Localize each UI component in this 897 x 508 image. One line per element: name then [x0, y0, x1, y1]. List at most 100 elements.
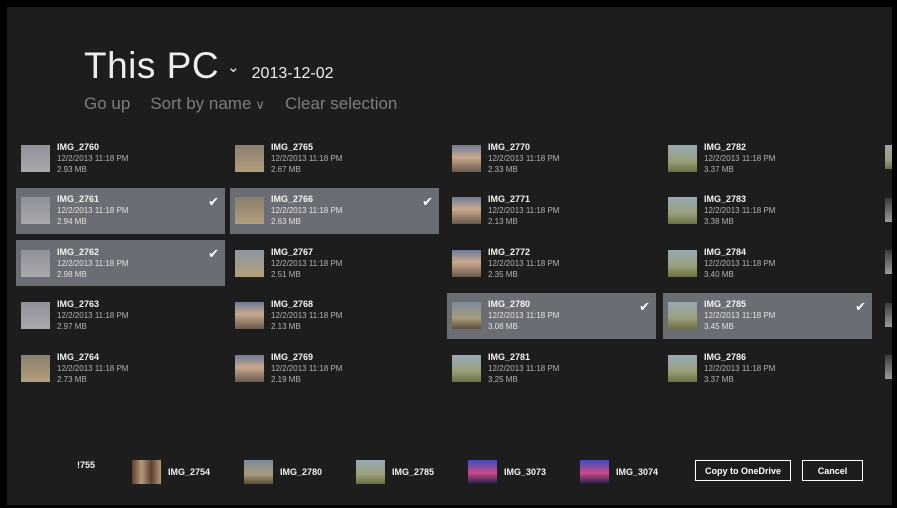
file-size: 2.63 MB [271, 217, 301, 226]
file-tile[interactable]: IMG_2763 12/2/2013 11:18 PM 2.97 MB [16, 293, 225, 339]
file-tile[interactable]: IMG_2781 12/2/2013 11:18 PM 3.25 MB [447, 345, 656, 391]
thumbnail-image [132, 460, 161, 484]
sort-by-button[interactable]: Sort by name ∨ [150, 94, 265, 114]
file-tile[interactable]: IMG_2761 12/2/2013 11:18 PM 2.94 MB ✔ [16, 187, 225, 234]
basket-item[interactable]: IMG_3073 [468, 460, 546, 484]
thumbnail-image [235, 144, 264, 172]
file-tile[interactable]: IMG_2782 12/2/2013 11:18 PM 3.37 MB [663, 135, 872, 181]
thumbnail-image [452, 144, 481, 172]
file-date: 12/2/2013 11:18 PM [488, 153, 560, 163]
file-date: 12/2/2013 11:18 PM [704, 153, 776, 163]
thumbnail-image [235, 249, 264, 277]
thumbnail-image [668, 249, 697, 277]
thumbnail-image[interactable] [885, 145, 892, 169]
folder-name: 2013-12-02 [251, 65, 334, 82]
file-meta: IMG_2770 12/2/2013 11:18 PM 2.33 MB [488, 142, 559, 175]
thumbnail-image[interactable] [885, 197, 892, 222]
thumbnail-image[interactable] [885, 355, 892, 379]
file-date: 12/2/2013 11:18 PM [271, 258, 343, 268]
file-tile[interactable]: IMG_2760 12/2/2013 11:18 PM 2.93 MB [16, 135, 225, 181]
basket-item-label: IMG_3074 [616, 467, 659, 477]
thumbnail-image [21, 302, 50, 329]
file-tile[interactable]: IMG_2785 12/2/2013 11:18 PM 3.45 MB ✔ [663, 292, 872, 339]
file-date: 12/2/2013 11:18 PM [271, 311, 343, 320]
go-up-button[interactable]: Go up [84, 94, 130, 114]
file-date: 12/2/2013 11:18 PM [57, 258, 129, 268]
file-tile[interactable]: IMG_2786 12/2/2013 11:18 PM 3.37 MB [663, 345, 872, 391]
command-bar: Go up Sort by name ∨ Clear selection [84, 94, 397, 114]
checkmark-icon: ✔ [639, 298, 650, 314]
file-meta: IMG_2772 12/2/2013 11:18 PM 2.35 MB [488, 247, 559, 280]
file-date: 12/2/2013 11:18 PM [57, 153, 129, 163]
thumbnail-image [668, 354, 697, 382]
file-meta: IMG_2786 12/2/2013 11:18 PM 3.37 MB [704, 352, 775, 385]
file-size: 2.73 MB [57, 374, 87, 384]
location-header[interactable]: This PC ⌄ 2013-12-02 [84, 45, 334, 87]
chevron-down-icon[interactable]: ⌄ [227, 58, 240, 76]
file-tile[interactable]: IMG_2769 12/2/2013 11:18 PM 2.19 MB [230, 345, 439, 391]
file-name: IMG_2785 [704, 299, 747, 309]
checkmark-icon: ✔ [855, 298, 866, 314]
basket-item[interactable]: IMG_2780 [244, 460, 322, 484]
file-name: IMG_2771 [488, 194, 531, 204]
file-size: 2.13 MB [488, 217, 518, 226]
basket-item[interactable]: IMG_3074 [580, 460, 658, 484]
thumbnail-image [21, 249, 50, 277]
file-date: 12/2/2013 11:18 PM [704, 258, 776, 268]
copy-to-onedrive-button[interactable]: Copy to OneDrive [695, 460, 791, 481]
file-size: 2.19 MB [271, 374, 301, 384]
thumbnail-image [668, 197, 697, 224]
file-meta: IMG_2784 12/2/2013 11:18 PM 3.40 MB [704, 247, 775, 280]
basket-item[interactable]: IMG_2754 [132, 460, 210, 484]
file-tile[interactable]: IMG_2783 12/2/2013 11:18 PM 3.38 MB [663, 188, 872, 234]
basket-item-label: IMG_2754 [168, 467, 211, 477]
file-tile[interactable]: IMG_2772 12/2/2013 11:18 PM 2.35 MB [447, 240, 656, 286]
file-tile[interactable]: IMG_2762 12/2/2013 11:18 PM 2.98 MB ✔ [16, 240, 225, 286]
basket-item-label: IMG_3073 [504, 467, 547, 477]
file-name: IMG_2782 [704, 141, 747, 152]
file-name: IMG_2770 [488, 141, 531, 152]
thumbnail-image [452, 197, 481, 224]
file-name: IMG_2763 [57, 299, 100, 309]
basket-item-label: IMG_2785 [392, 467, 435, 477]
thumbnail-image [356, 460, 385, 484]
file-tile[interactable]: IMG_2780 12/2/2013 11:18 PM 3.08 MB ✔ [447, 292, 656, 339]
file-date: 12/2/2013 11:18 PM [271, 153, 343, 163]
file-tile[interactable]: IMG_2766 12/2/2013 11:18 PM 2.63 MB ✔ [230, 187, 439, 234]
file-date: 12/2/2013 11:18 PM [488, 311, 560, 320]
thumbnail-image [244, 460, 273, 484]
file-size: 2.13 MB [271, 322, 301, 331]
file-name: IMG_2769 [271, 351, 314, 362]
file-name: IMG_2786 [704, 351, 747, 362]
basket-item[interactable]: !755 [77, 460, 95, 470]
thumbnail-image[interactable] [885, 250, 892, 274]
file-name: IMG_2784 [704, 246, 747, 257]
file-tile[interactable]: IMG_2770 12/2/2013 11:18 PM 2.33 MB [447, 135, 656, 181]
file-size: 2.51 MB [271, 269, 301, 279]
file-tile[interactable]: IMG_2771 12/2/2013 11:18 PM 2.13 MB [447, 188, 656, 234]
file-name: IMG_2766 [271, 194, 314, 204]
file-date: 12/2/2013 11:18 PM [704, 206, 776, 215]
file-date: 12/2/2013 11:18 PM [57, 311, 129, 320]
file-tile[interactable]: IMG_2765 12/2/2013 11:18 PM 2.67 MB [230, 135, 439, 181]
thumbnail-image[interactable] [885, 302, 892, 327]
basket-item[interactable]: IMG_2785 [356, 460, 434, 484]
file-size: 3.37 MB [704, 374, 734, 384]
cancel-button[interactable]: Cancel [802, 460, 863, 481]
location-title[interactable]: This PC [84, 45, 219, 87]
file-tile[interactable]: IMG_2768 12/2/2013 11:18 PM 2.13 MB [230, 293, 439, 339]
file-size: 2.93 MB [57, 164, 87, 174]
file-tile[interactable]: IMG_2767 12/2/2013 11:18 PM 2.51 MB [230, 240, 439, 286]
thumbnail-image [235, 197, 264, 224]
file-size: 2.97 MB [57, 322, 87, 331]
clear-selection-button[interactable]: Clear selection [285, 94, 397, 114]
file-tile[interactable]: IMG_2764 12/2/2013 11:18 PM 2.73 MB [16, 345, 225, 391]
file-meta: IMG_2763 12/2/2013 11:18 PM 2.97 MB [57, 299, 128, 332]
thumbnail-image [468, 460, 497, 484]
file-name: IMG_2780 [488, 299, 531, 309]
file-tile[interactable]: IMG_2784 12/2/2013 11:18 PM 3.40 MB [663, 240, 872, 286]
chevron-down-icon: ∨ [255, 97, 265, 112]
file-name: IMG_2767 [271, 246, 314, 257]
file-date: 12/2/2013 11:18 PM [57, 206, 129, 215]
file-meta: IMG_2780 12/2/2013 11:18 PM 3.08 MB [488, 299, 559, 332]
